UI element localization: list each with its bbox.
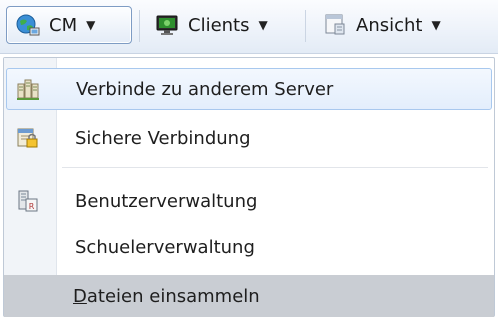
server-network-icon xyxy=(17,79,39,100)
view-window-icon xyxy=(325,14,345,35)
cm-menu-label: CM xyxy=(49,14,78,36)
monitor-icon xyxy=(156,15,178,35)
secure-connection-icon xyxy=(17,128,38,148)
menu-item-label: Sichere Verbindung xyxy=(75,127,251,149)
menu-item-label-rest: ateien einsammeln xyxy=(86,285,260,307)
menu-item-collect-files[interactable]: Dateien einsammeln xyxy=(4,275,494,317)
clients-menu-label: Clients xyxy=(188,14,250,36)
chevron-down-icon: ▼ xyxy=(258,18,268,32)
menu-item-student-admin[interactable]: Schuelerverwaltung xyxy=(6,226,492,268)
clients-menu-button[interactable]: Clients ▼ xyxy=(146,6,296,44)
mnemonic-letter: D xyxy=(73,285,87,307)
svg-text:R: R xyxy=(29,202,35,211)
menu-item-label: Schuelerverwaltung xyxy=(75,236,255,258)
toolbar-separator xyxy=(139,10,140,42)
user-admin-icon: R xyxy=(18,190,38,212)
toolbar-separator xyxy=(305,10,306,42)
menu-separator xyxy=(62,167,488,168)
menu-item-label: Dateien einsammeln xyxy=(73,286,260,307)
cm-dropdown-menu: Verbinde zu anderem Server Sichere Verbi… xyxy=(3,57,495,317)
cm-menu-button[interactable]: CM ▼ xyxy=(6,6,132,44)
menu-item-label: Benutzerverwaltung xyxy=(75,190,258,212)
menu-item-secure-connection[interactable]: Sichere Verbindung xyxy=(6,117,492,159)
toolbar: CM ▼ Clients ▼ Ansicht ▼ xyxy=(0,0,498,54)
chevron-down-icon: ▼ xyxy=(431,18,441,32)
menu-item-label: Verbinde zu anderem Server xyxy=(76,78,334,100)
globe-connection-icon xyxy=(16,14,40,36)
view-menu-label: Ansicht xyxy=(356,14,423,36)
menu-item-connect-server[interactable]: Verbinde zu anderem Server xyxy=(6,68,492,110)
menu-item-user-admin[interactable]: R Benutzerverwaltung xyxy=(6,180,492,222)
view-menu-button[interactable]: Ansicht ▼ xyxy=(314,6,474,44)
chevron-down-icon: ▼ xyxy=(86,18,96,32)
